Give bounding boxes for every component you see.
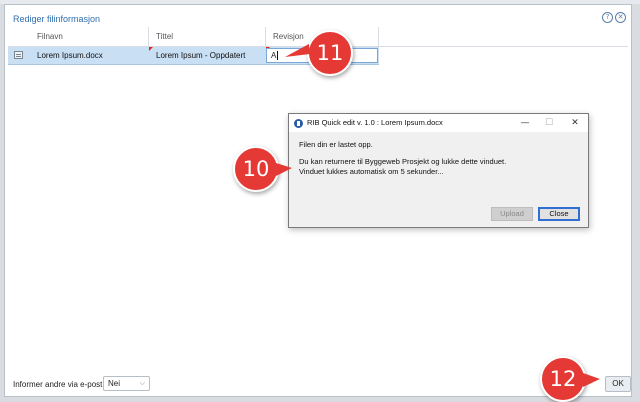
help-icon[interactable]: ?	[602, 12, 613, 23]
document-icon	[14, 51, 23, 59]
ok-button[interactable]: OK	[605, 376, 631, 392]
column-header-filename[interactable]: Filnavn	[30, 27, 149, 46]
callout-badge-11: 11	[307, 30, 353, 76]
chevron-down-icon: ⌵	[139, 379, 145, 387]
column-header-title[interactable]: Tittel	[149, 27, 266, 46]
close-icon[interactable]: ✕	[615, 12, 626, 23]
callout-badge-10: 10	[233, 146, 279, 192]
upload-button[interactable]: Upload	[491, 207, 533, 221]
text-caret	[277, 51, 279, 61]
dialog-title-icons: ? ✕	[602, 12, 626, 23]
window-close-button[interactable]: ✕	[565, 116, 585, 130]
auto-close-text: Vinduet lukkes automatisk om 5 sekunder.…	[299, 167, 444, 176]
minimize-button[interactable]: —	[515, 116, 535, 130]
close-button[interactable]: Close	[538, 207, 580, 221]
maximize-button[interactable]: ☐	[539, 116, 559, 130]
cell-title[interactable]: Lorem Ipsum - Oppdatert	[156, 47, 245, 64]
edited-marker	[149, 47, 153, 51]
cell-filename: Lorem Ipsum.docx	[37, 51, 103, 60]
quick-edit-window: RIB Quick edit v. 1.0 : Lorem Ipsum.docx…	[288, 113, 589, 228]
return-info-text: Du kan returnere til Byggeweb Prosjekt o…	[299, 157, 507, 166]
upload-status-text: Filen din er lastet opp.	[299, 140, 373, 149]
window-titlebar: RIB Quick edit v. 1.0 : Lorem Ipsum.docx…	[289, 114, 588, 132]
notify-select-value: Nei	[108, 379, 121, 388]
notify-label: Informer andre via e-post:	[13, 380, 105, 389]
window-title: RIB Quick edit v. 1.0 : Lorem Ipsum.docx	[307, 118, 443, 127]
callout-badge-12: 12	[540, 356, 586, 402]
notify-select[interactable]: Nei ⌵	[103, 376, 150, 391]
dialog-title: Rediger filinformasjon	[13, 14, 101, 24]
revision-value: A	[271, 51, 277, 60]
app-logo-icon	[294, 119, 303, 128]
